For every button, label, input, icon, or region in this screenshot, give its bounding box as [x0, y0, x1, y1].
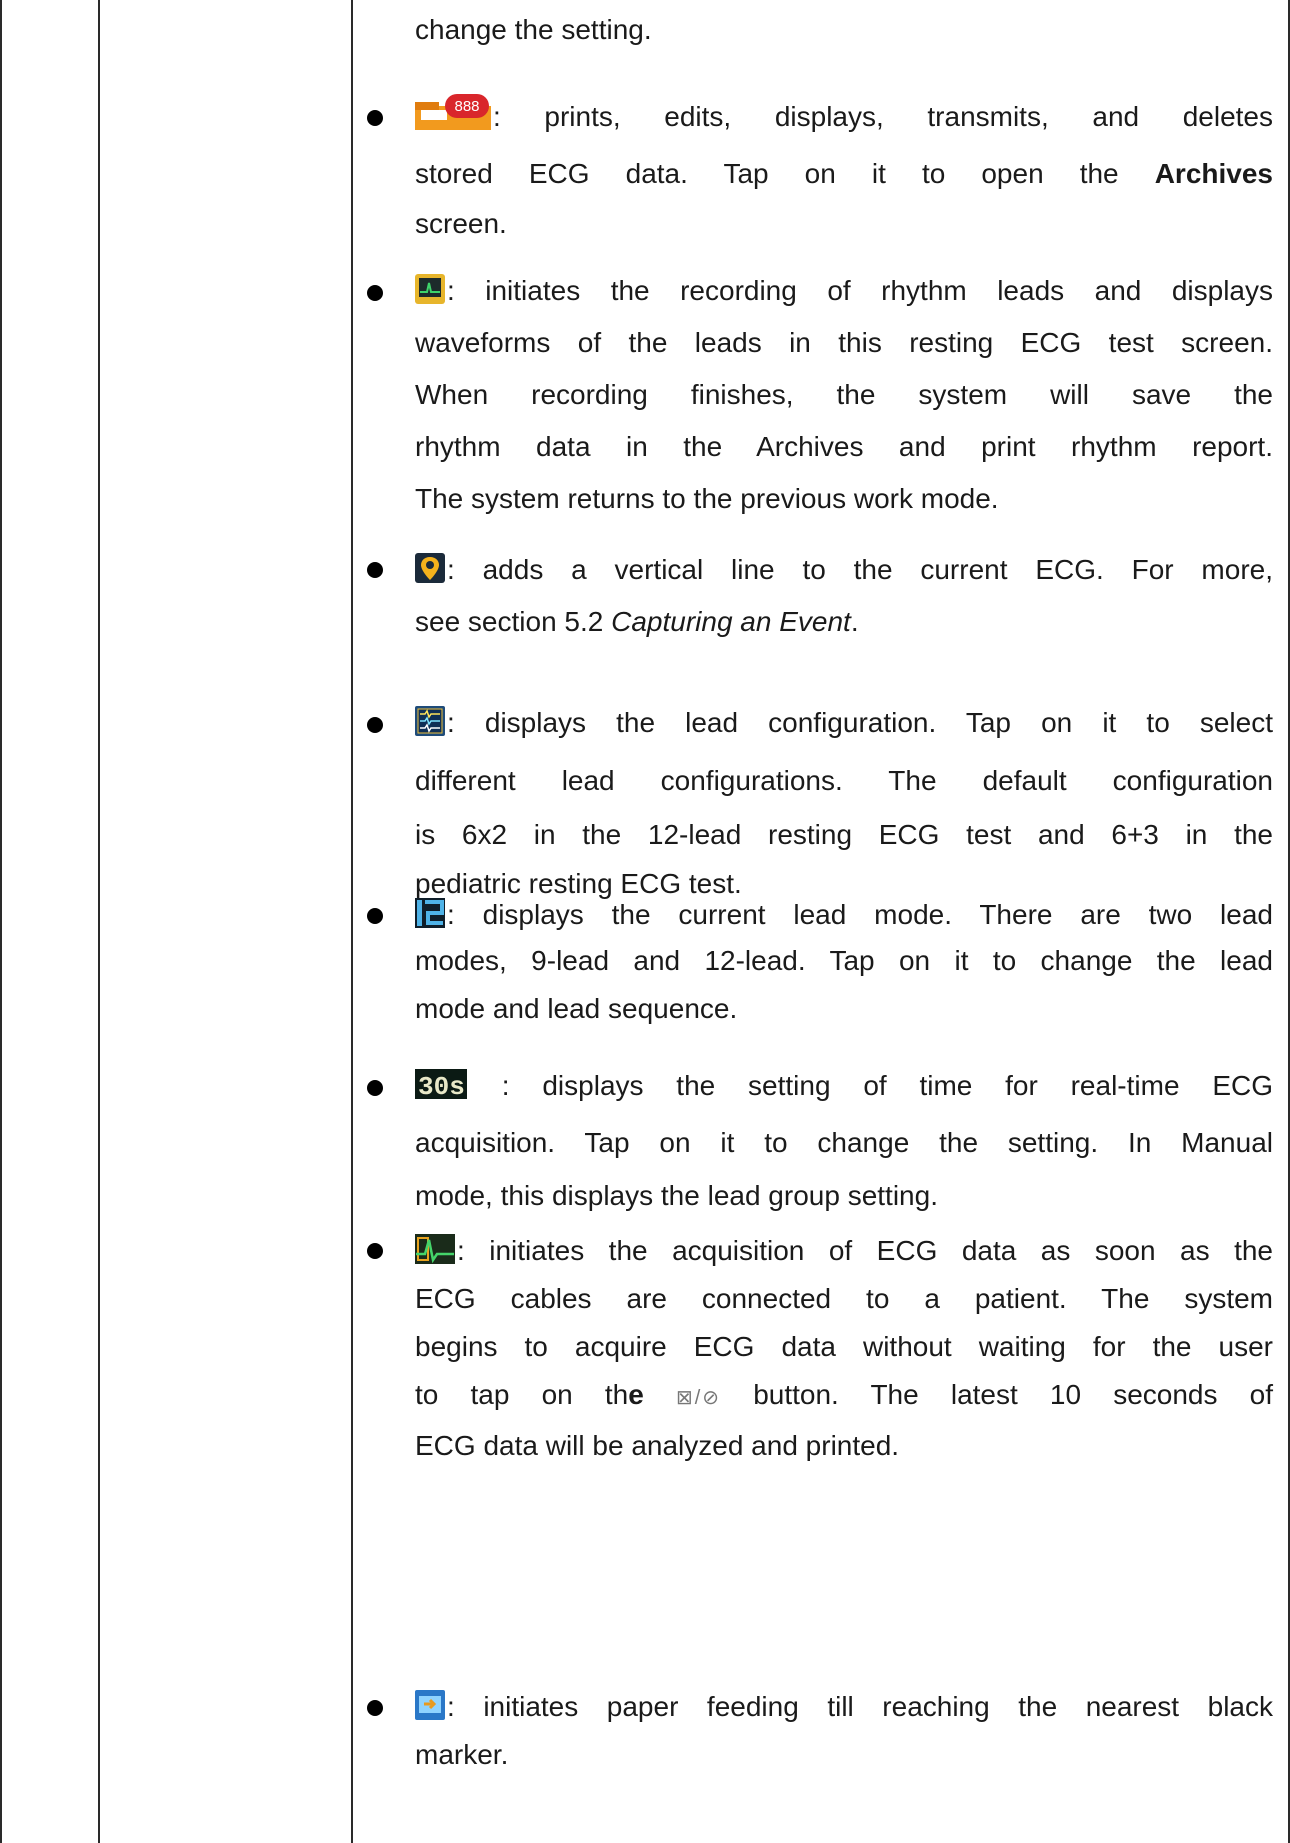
bullet — [367, 1080, 383, 1096]
lead-configuration-icon — [415, 706, 445, 736]
list-item-rhythm: : initiates the recording of rhythm lead… — [367, 265, 1273, 525]
start-stop-button-icon: ⊠/⊘ — [675, 1387, 722, 1409]
auto-acquisition-icon — [415, 1234, 455, 1264]
archives-term: Archives — [1154, 158, 1273, 189]
bullet — [367, 908, 383, 924]
bullet — [367, 1700, 383, 1716]
list-item-auto-acquisition: : initiates the acquisition of ECG data … — [367, 1227, 1273, 1470]
section-reference: Capturing an Event — [611, 606, 851, 637]
list-item-event: : adds a vertical line to the current EC… — [367, 540, 1273, 644]
table-border-col2 — [351, 0, 353, 1843]
item-text: : prints, edits, displays, transmits, an… — [493, 101, 1273, 132]
table-border-col1 — [98, 0, 100, 1843]
bullet — [367, 562, 383, 578]
list-item-lead-mode: : displays the current lead mode. There … — [367, 892, 1273, 1034]
archives-folder-icon: 888 — [415, 94, 491, 130]
list-item-lead-configuration: : displays the lead configuration. Tap o… — [367, 695, 1273, 909]
table-border-left — [0, 0, 2, 1843]
list-item-archives: 888 : prints, edits, displays, transmits… — [367, 88, 1273, 246]
list-item-acquisition-time: 30s : displays the setting of time for r… — [367, 1058, 1273, 1220]
bullet — [367, 285, 383, 301]
svg-text:888: 888 — [454, 98, 479, 115]
intro-paragraph: change the setting. — [415, 14, 1273, 46]
list-item-paper-feed: : initiates paper feeding till reaching … — [367, 1684, 1273, 1780]
paper-feed-icon — [415, 1690, 445, 1720]
svg-text:30s: 30s — [418, 1072, 465, 1099]
event-marker-icon — [415, 553, 445, 583]
intro-text: change the setting. — [415, 14, 652, 45]
acquisition-time-icon: 30s — [415, 1069, 467, 1099]
bullet — [367, 717, 383, 733]
bullet — [367, 110, 383, 126]
bullet — [367, 1243, 383, 1259]
rhythm-record-icon — [415, 274, 445, 304]
lead-mode-icon — [415, 898, 445, 928]
